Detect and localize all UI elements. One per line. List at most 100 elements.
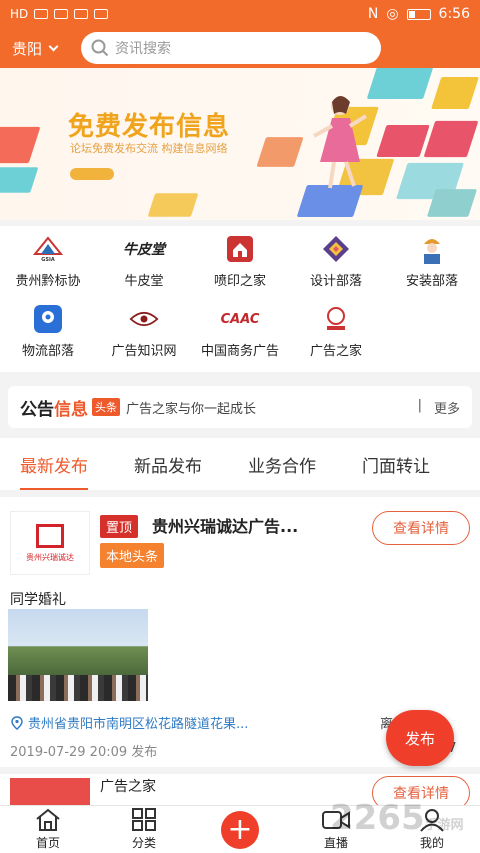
view-details-button[interactable]: 查看详情 xyxy=(372,511,470,545)
caac-logo-icon: CAAC xyxy=(220,311,260,327)
address-text: 贵州省贵阳市南明区松花路隧道花果... xyxy=(28,717,249,732)
grid-item-install[interactable]: 安装部落 xyxy=(384,226,480,294)
post-photo[interactable] xyxy=(8,609,148,701)
company-logo: 贵州兴瑞诚达 xyxy=(10,511,90,575)
worker-icon xyxy=(417,234,447,264)
ad-home-logo-icon xyxy=(321,304,351,334)
banner-cube xyxy=(256,137,304,167)
gsia-logo-icon: GSIA xyxy=(33,234,63,264)
notice-bar[interactable]: 公告 信息 头条 广告之家与你一起成长 | 更多 xyxy=(8,386,472,428)
grid-item-ad-knowledge[interactable]: 广告知识网 xyxy=(96,296,192,364)
grid-item-design[interactable]: 设计部落 xyxy=(288,226,384,294)
home-icon xyxy=(36,808,60,831)
grid-item-ad-home[interactable]: 广告之家 xyxy=(288,296,384,364)
location-pin-icon xyxy=(33,304,63,334)
signal-icon xyxy=(34,9,49,19)
search-box[interactable] xyxy=(81,32,382,64)
plus-icon: + xyxy=(221,810,259,849)
nav-publish[interactable]: + xyxy=(192,806,288,853)
city-selector[interactable]: 贵阳 xyxy=(12,38,59,59)
promo-banner[interactable]: 免费发布信息 论坛免费发布交流 构建信息网络 xyxy=(0,68,480,220)
tab-new-products[interactable]: 新品发布 xyxy=(134,452,202,477)
post-title: 贵州兴瑞诚达广告... xyxy=(152,517,299,536)
feed-tabs: 最新发布 新品发布 业务合作 门面转让 xyxy=(0,438,480,490)
banner-cube xyxy=(376,125,430,157)
post-time: 2019-07-29 20:09 发布 xyxy=(10,745,158,760)
more-label: 更多 xyxy=(433,401,460,417)
banner-cube xyxy=(366,68,434,99)
notice-title-a: 公告 xyxy=(20,399,54,420)
carrier-label: HD xyxy=(10,7,29,21)
penyin-home-icon xyxy=(225,234,255,264)
top-bar: 贵阳 xyxy=(0,28,480,68)
banner-cube xyxy=(0,126,41,164)
niupitang-logo-icon: 牛皮堂 xyxy=(123,242,165,258)
post-address[interactable]: 贵州省贵阳市南明区松花路隧道花果... xyxy=(10,713,340,732)
nav-home[interactable]: 首页 xyxy=(0,806,96,853)
grid-item-label: 广告之家 xyxy=(309,344,362,359)
grid-item-label: 中国商务广告 xyxy=(200,344,279,359)
girl-illustration xyxy=(313,96,368,189)
tab-shop-transfer[interactable]: 门面转让 xyxy=(362,452,430,477)
grid-item-label: 牛皮堂 xyxy=(124,274,164,289)
banner-cube xyxy=(0,167,39,193)
watermark-main: 2265 xyxy=(330,798,425,838)
local-headline-badge: 本地头条 xyxy=(100,543,165,568)
search-icon xyxy=(91,39,109,57)
nfc-icon: N xyxy=(367,6,379,22)
design-diamond-icon xyxy=(321,234,351,264)
svg-text:GSIA: GSIA xyxy=(41,257,55,262)
grid-icon xyxy=(132,808,156,831)
eye-icon xyxy=(129,304,159,334)
banner-cube xyxy=(426,189,478,217)
chevron-down-icon xyxy=(48,41,59,51)
wifi-icon xyxy=(54,9,69,19)
category-grid: GSIA 贵州黔标协 牛皮堂 牛皮堂 喷印之家 设计部落 安装部落 物流部落 广… xyxy=(0,226,480,372)
search-input[interactable] xyxy=(115,40,356,56)
status-bar: HD N ◎ 6:56 xyxy=(0,0,480,28)
grid-item-label: 喷印之家 xyxy=(213,274,266,289)
app-notification-icon xyxy=(94,9,109,19)
tab-latest[interactable]: 最新发布 xyxy=(20,452,88,490)
banner-cube xyxy=(147,193,199,217)
banner-cube xyxy=(423,120,479,158)
grid-item-label: 物流部落 xyxy=(21,344,74,359)
grid-item-caac[interactable]: CAAC 中国商务广告 xyxy=(192,296,288,364)
publish-button[interactable]: 发布 xyxy=(386,710,454,766)
photo-people xyxy=(8,675,148,701)
banner-subtitle: 论坛免费发布交流 构建信息网络 xyxy=(70,142,228,155)
nav-category[interactable]: 分类 xyxy=(96,806,192,853)
location-pin-icon xyxy=(11,715,23,730)
banner-title: 免费发布信息 xyxy=(68,112,231,142)
divider: | xyxy=(417,397,422,413)
grid-item-label: 贵州黔标协 xyxy=(15,274,81,289)
clock: 6:56 xyxy=(438,6,470,22)
battery-icon xyxy=(406,8,431,20)
grid-item-penyin[interactable]: 喷印之家 xyxy=(192,226,288,294)
banner-cube xyxy=(431,77,479,109)
grid-item-label: 广告知识网 xyxy=(111,344,177,359)
grid-item-gsia[interactable]: GSIA 贵州黔标协 xyxy=(0,226,96,294)
grid-item-logistics[interactable]: 物流部落 xyxy=(0,296,96,364)
headline-tag: 头条 xyxy=(92,398,120,416)
grid-item-label: 安装部落 xyxy=(405,274,458,289)
company-logo-mark xyxy=(36,523,64,548)
location-icon: ◎ xyxy=(386,6,399,22)
notice-text: 广告之家与你一起成长 xyxy=(126,401,257,417)
grid-item-label: 设计部落 xyxy=(309,274,362,289)
company-logo-text: 贵州兴瑞诚达 xyxy=(26,552,74,562)
grid-item-niupitang[interactable]: 牛皮堂 牛皮堂 xyxy=(96,226,192,294)
post-title: 广告之家 xyxy=(100,779,156,795)
banner-tag xyxy=(70,168,114,180)
nav-label: 首页 xyxy=(35,836,60,850)
pinned-badge: 置顶 xyxy=(100,515,139,538)
city-label: 贵阳 xyxy=(12,39,43,58)
more-link[interactable]: | 更多 xyxy=(418,398,460,417)
wechat-icon xyxy=(74,9,89,19)
tab-cooperation[interactable]: 业务合作 xyxy=(248,452,316,477)
notice-title-b: 信息 xyxy=(54,399,88,420)
nav-label: 分类 xyxy=(131,836,156,850)
post-text: 同学婚礼 xyxy=(10,592,66,608)
watermark: 2265手游网 xyxy=(330,798,464,838)
watermark-sub: 手游网 xyxy=(424,818,464,833)
